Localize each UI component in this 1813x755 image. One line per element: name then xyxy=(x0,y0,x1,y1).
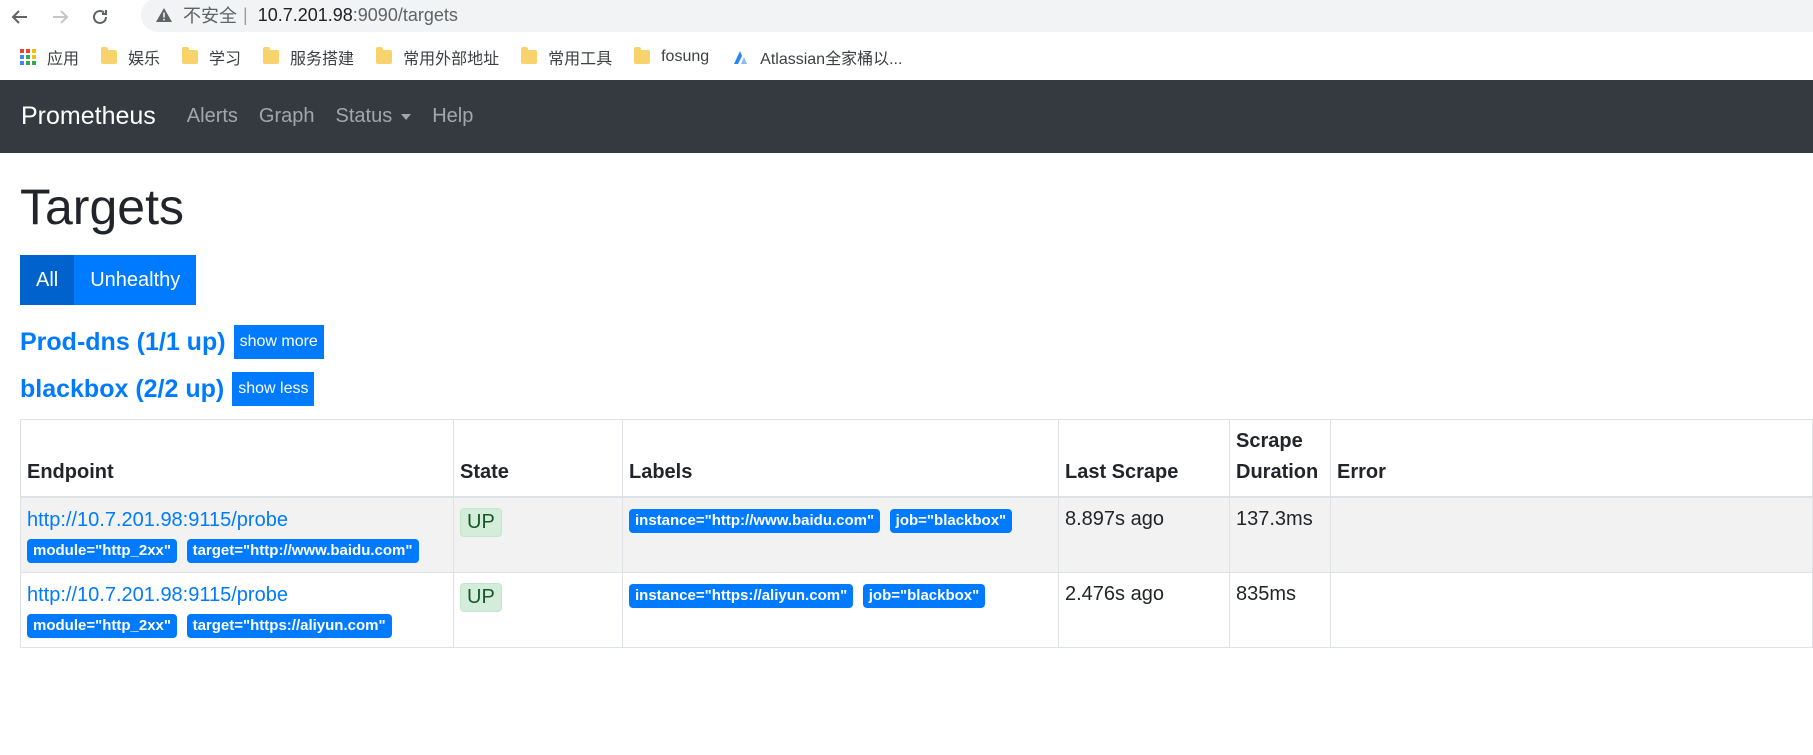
caret-down-icon xyxy=(401,113,412,120)
url-host: 10.7.201.98 xyxy=(257,4,353,25)
atlassian-icon xyxy=(731,48,749,66)
label-badge: job="blackbox" xyxy=(889,509,1013,533)
bookmark-folder[interactable]: fosung xyxy=(634,47,710,66)
bookmark-label: 学习 xyxy=(209,51,242,68)
forward-button[interactable] xyxy=(40,1,80,33)
arrow-left-icon xyxy=(11,10,27,24)
folder-icon xyxy=(521,47,538,64)
table-row: http://10.7.201.98:9115/probe module="ht… xyxy=(20,496,1813,573)
page-title: Targets xyxy=(20,179,184,235)
nav-graph[interactable]: Graph xyxy=(259,105,315,128)
filter-all-button[interactable]: All xyxy=(20,255,75,305)
state-badge: UP xyxy=(460,583,502,612)
show-less-button[interactable]: show less xyxy=(232,372,315,406)
bookmark-label: Atlassian全家桶以... xyxy=(760,51,903,68)
bookmark-label: 娱乐 xyxy=(128,51,161,68)
apps-grid-icon xyxy=(20,49,36,65)
url-path: :9090/targets xyxy=(352,4,458,25)
param-badge: module="http_2xx" xyxy=(27,614,178,638)
labels-cell: instance="http://www.baidu.com" job="bla… xyxy=(622,496,1059,573)
pool-title[interactable]: blackbox (2/2 up) xyxy=(20,375,224,404)
bookmark-label: 服务搭建 xyxy=(290,51,355,68)
bookmark-folder[interactable]: 娱乐 xyxy=(101,45,160,69)
bookmark-folder[interactable]: 常用工具 xyxy=(521,45,612,69)
reload-button[interactable] xyxy=(80,1,120,33)
scrape-duration-cell: 137.3ms xyxy=(1229,496,1331,573)
col-scrape-duration: Scrape Duration xyxy=(1229,419,1331,498)
label-badge: instance="https://aliyun.com" xyxy=(629,584,854,608)
last-scrape-cell: 2.476s ago xyxy=(1058,572,1230,648)
nav-status-label: Status xyxy=(335,105,393,127)
arrow-right-icon xyxy=(53,10,69,24)
col-labels: Labels xyxy=(622,419,1059,498)
endpoint-link[interactable]: http://10.7.201.98:9115/probe xyxy=(27,583,447,607)
bookmark-label: fosung xyxy=(661,48,710,65)
col-state: State xyxy=(453,419,623,498)
back-button[interactable] xyxy=(0,1,40,33)
label-badge: instance="http://www.baidu.com" xyxy=(629,509,881,533)
col-last-scrape: Last Scrape xyxy=(1058,419,1230,498)
endpoint-cell: http://10.7.201.98:9115/probe module="ht… xyxy=(20,496,454,573)
param-badge: module="http_2xx" xyxy=(27,539,178,563)
browser-toolbar: 不安全 | 10.7.201.98:9090/targets xyxy=(0,0,1813,34)
targets-table: Endpoint State Labels Last Scrape Scrape… xyxy=(20,419,1813,648)
table-header-row: Endpoint State Labels Last Scrape Scrape… xyxy=(20,419,1813,498)
pool-header: blackbox (2/2 up) show less xyxy=(20,372,1813,406)
bookmark-label: 常用工具 xyxy=(548,51,613,68)
folder-icon xyxy=(101,47,118,64)
col-error: Error xyxy=(1330,419,1813,498)
bookmark-apps[interactable]: 应用 xyxy=(20,45,79,69)
folder-icon xyxy=(263,47,280,64)
endpoint-link[interactable]: http://10.7.201.98:9115/probe xyxy=(27,508,447,532)
param-badge: target="https://aliyun.com" xyxy=(186,614,392,638)
scrape-duration-cell: 835ms xyxy=(1229,572,1331,648)
address-bar[interactable]: 不安全 | 10.7.201.98:9090/targets xyxy=(141,0,1813,32)
state-cell: UP xyxy=(453,496,623,573)
prometheus-navbar: Prometheus Alerts Graph Status Help xyxy=(0,80,1813,153)
show-more-button[interactable]: show more xyxy=(233,325,324,359)
folder-icon xyxy=(182,47,199,64)
main-content: Targets All Unhealthy Prod-dns (1/1 up) … xyxy=(0,177,1813,648)
target-filter: All Unhealthy xyxy=(20,255,1813,305)
label-badge: job="blackbox" xyxy=(862,584,986,608)
brand-link[interactable]: Prometheus xyxy=(21,102,156,131)
filter-unhealthy-button[interactable]: Unhealthy xyxy=(74,255,197,305)
pool-header: Prod-dns (1/1 up) show more xyxy=(20,325,1813,359)
pool-title[interactable]: Prod-dns (1/1 up) xyxy=(20,328,226,357)
nav-help[interactable]: Help xyxy=(432,105,473,128)
bookmark-atlassian[interactable]: Atlassian全家桶以... xyxy=(731,45,902,69)
insecure-label: 不安全 xyxy=(183,6,237,26)
bookmark-folder[interactable]: 学习 xyxy=(182,45,241,69)
last-scrape-cell: 8.897s ago xyxy=(1058,496,1230,573)
nav-alerts[interactable]: Alerts xyxy=(187,105,238,128)
url-separator: | xyxy=(243,4,248,25)
folder-icon xyxy=(634,47,651,64)
nav-status-dropdown[interactable]: Status xyxy=(336,105,412,128)
endpoint-cell: http://10.7.201.98:9115/probe module="ht… xyxy=(20,572,454,648)
bookmark-folder[interactable]: 服务搭建 xyxy=(263,45,354,69)
warning-icon xyxy=(156,8,172,22)
bookmarks-bar: 应用 娱乐 学习 服务搭建 常用外部地址 常用工具 fosung Atlassi… xyxy=(0,34,1813,80)
state-cell: UP xyxy=(453,572,623,648)
error-cell xyxy=(1330,496,1813,573)
error-cell xyxy=(1330,572,1813,648)
bookmark-label: 常用外部地址 xyxy=(403,51,500,68)
param-badge: target="http://www.baidu.com" xyxy=(186,539,419,563)
state-badge: UP xyxy=(460,508,502,537)
bookmark-label: 应用 xyxy=(47,51,80,68)
bookmark-folder[interactable]: 常用外部地址 xyxy=(376,45,499,69)
labels-cell: instance="https://aliyun.com" job="black… xyxy=(622,572,1059,648)
folder-icon xyxy=(376,47,393,64)
table-row: http://10.7.201.98:9115/probe module="ht… xyxy=(20,572,1813,648)
col-endpoint: Endpoint xyxy=(20,419,454,498)
reload-icon xyxy=(93,9,107,24)
